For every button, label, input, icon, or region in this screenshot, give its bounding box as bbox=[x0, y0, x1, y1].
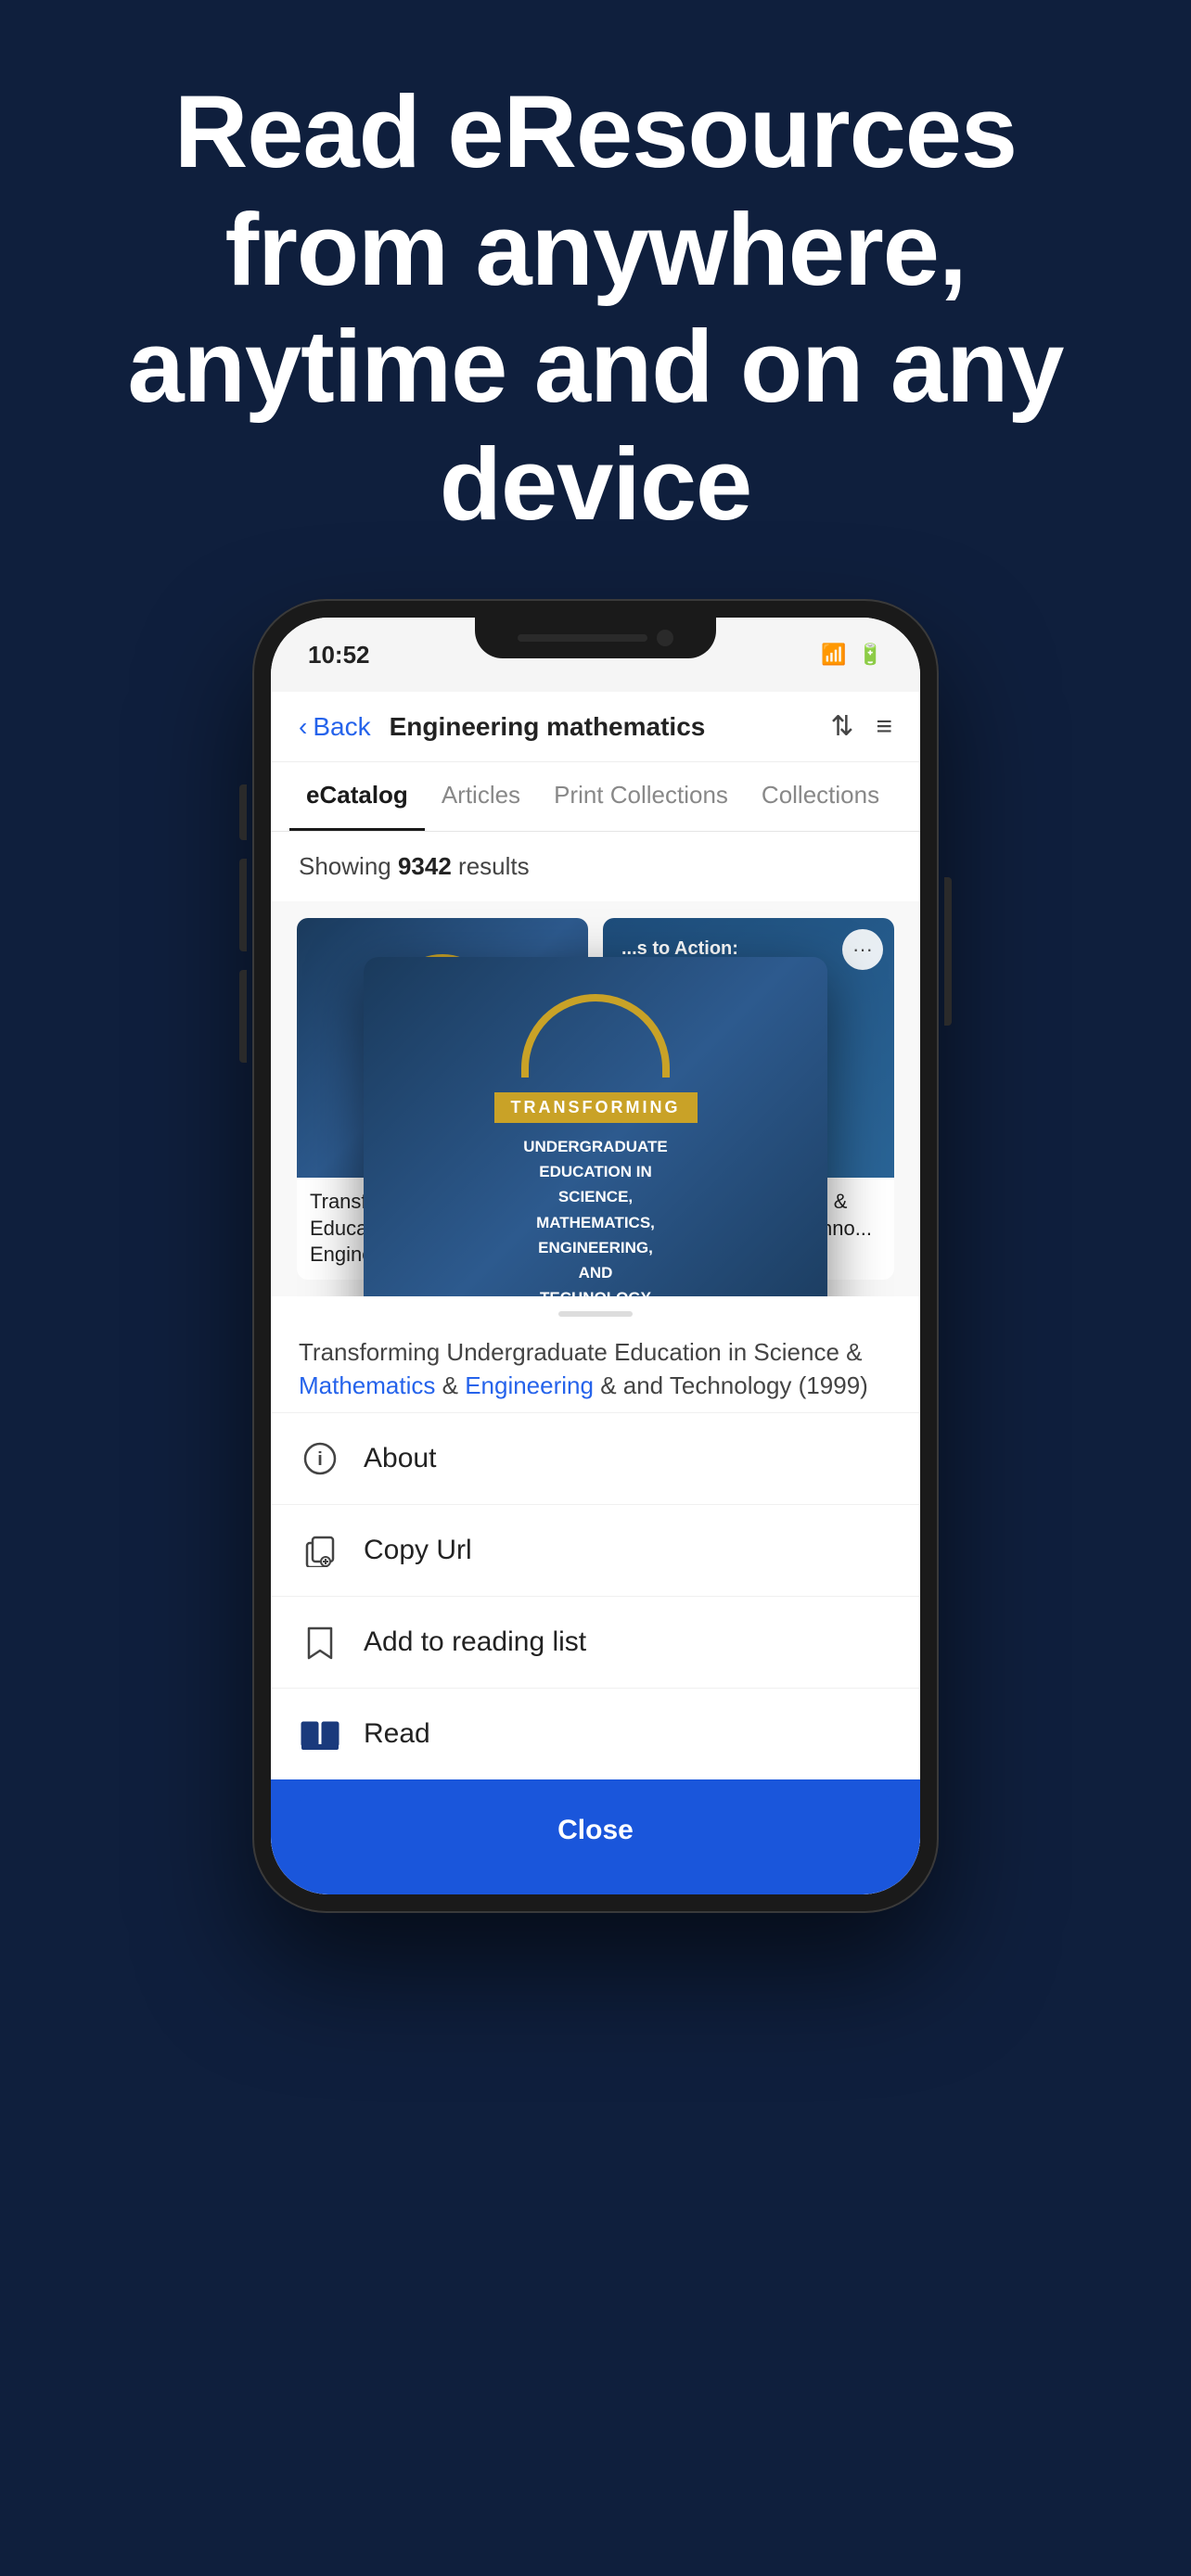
app-content: ‹ Back Engineering mathematics ⇅ ≡ eCata… bbox=[271, 692, 920, 1894]
tab-collections[interactable]: Collections bbox=[745, 762, 896, 831]
svg-text:i: i bbox=[317, 1449, 323, 1470]
copy-url-icon bbox=[299, 1529, 341, 1572]
phone-notch bbox=[475, 618, 716, 658]
bottom-sheet-reading-list[interactable]: Add to reading list bbox=[271, 1596, 920, 1688]
page-title: Engineering mathematics bbox=[390, 712, 831, 742]
results-number: 9342 bbox=[398, 852, 452, 880]
results-count: Showing 9342 results bbox=[271, 832, 920, 901]
about-label: About bbox=[364, 1443, 436, 1474]
back-label: Back bbox=[313, 712, 370, 742]
about-icon: i bbox=[299, 1437, 341, 1480]
tabs-bar: eCatalog Articles Print Collections Coll… bbox=[271, 762, 920, 832]
reading-list-label: Add to reading list bbox=[364, 1626, 586, 1658]
wifi-icon: 📶 bbox=[821, 643, 846, 667]
bookmark-icon bbox=[299, 1621, 341, 1664]
nav-action-icons: ⇅ ≡ bbox=[830, 710, 892, 743]
side-button-vol-up bbox=[239, 859, 247, 951]
popup-text: UNDERGRADUATEEDUCATION INSCIENCE,MATHEMA… bbox=[523, 1134, 668, 1310]
results-prefix: Showing bbox=[299, 852, 398, 880]
popup-label: TRANSFORMING bbox=[494, 1092, 698, 1123]
results-suffix: results bbox=[452, 852, 530, 880]
status-icons: 📶 🔋 bbox=[821, 643, 883, 667]
side-button-mute bbox=[239, 784, 247, 840]
battery-icon: 🔋 bbox=[858, 643, 883, 667]
bottom-sheet-read[interactable]: Read bbox=[271, 1688, 920, 1779]
title-link-mathematics: Mathematics bbox=[299, 1371, 435, 1399]
popup-arch-decoration bbox=[521, 994, 670, 1078]
navigation-bar: ‹ Back Engineering mathematics ⇅ ≡ bbox=[271, 692, 920, 762]
hero-title: Read eResources from anywhere, anytime a… bbox=[56, 74, 1135, 543]
copy-url-label: Copy Url bbox=[364, 1535, 472, 1566]
phone-mockup: 10:52 📶 🔋 ‹ Back Engine bbox=[252, 599, 939, 1913]
close-button-container: Close bbox=[271, 1779, 920, 1894]
status-bar: 10:52 📶 🔋 bbox=[271, 618, 920, 692]
notch-camera bbox=[657, 630, 673, 646]
book-grid-container: TRANSF... UNDERGEDUCMATHENGITECH Transfo… bbox=[271, 901, 920, 1296]
tab-print-collections[interactable]: Print Collections bbox=[537, 762, 745, 831]
title-link-engineering: Engineering bbox=[465, 1371, 594, 1399]
back-arrow-icon: ‹ bbox=[299, 712, 307, 742]
phone-container: 10:52 📶 🔋 ‹ Back Engine bbox=[0, 599, 1191, 1987]
filter-icon[interactable]: ≡ bbox=[876, 711, 892, 743]
side-button-vol-down bbox=[239, 970, 247, 1063]
tab-articles[interactable]: Articles bbox=[425, 762, 537, 831]
close-button[interactable]: Close bbox=[299, 1794, 892, 1867]
tab-ecatalog[interactable]: eCatalog bbox=[289, 762, 425, 831]
phone-screen: 10:52 📶 🔋 ‹ Back Engine bbox=[271, 618, 920, 1894]
bottom-sheet-title: Transforming Undergraduate Education in … bbox=[271, 1317, 920, 1412]
sort-icon[interactable]: ⇅ bbox=[830, 710, 853, 743]
bottom-sheet-handle bbox=[271, 1296, 920, 1317]
back-button[interactable]: ‹ Back bbox=[299, 712, 371, 742]
bottom-sheet-copy-url[interactable]: Copy Url bbox=[271, 1504, 920, 1596]
book-more-button[interactable]: ··· bbox=[842, 929, 883, 970]
bottom-sheet-about[interactable]: i About bbox=[271, 1412, 920, 1504]
status-time: 10:52 bbox=[308, 641, 370, 670]
read-label: Read bbox=[364, 1718, 430, 1750]
side-button-power bbox=[944, 877, 952, 1026]
hero-section: Read eResources from anywhere, anytime a… bbox=[0, 0, 1191, 599]
notch-pill bbox=[518, 634, 647, 642]
bottom-sheet: Transforming Undergraduate Education in … bbox=[271, 1296, 920, 1894]
read-book-icon bbox=[299, 1713, 341, 1755]
handle-bar bbox=[558, 1311, 633, 1317]
